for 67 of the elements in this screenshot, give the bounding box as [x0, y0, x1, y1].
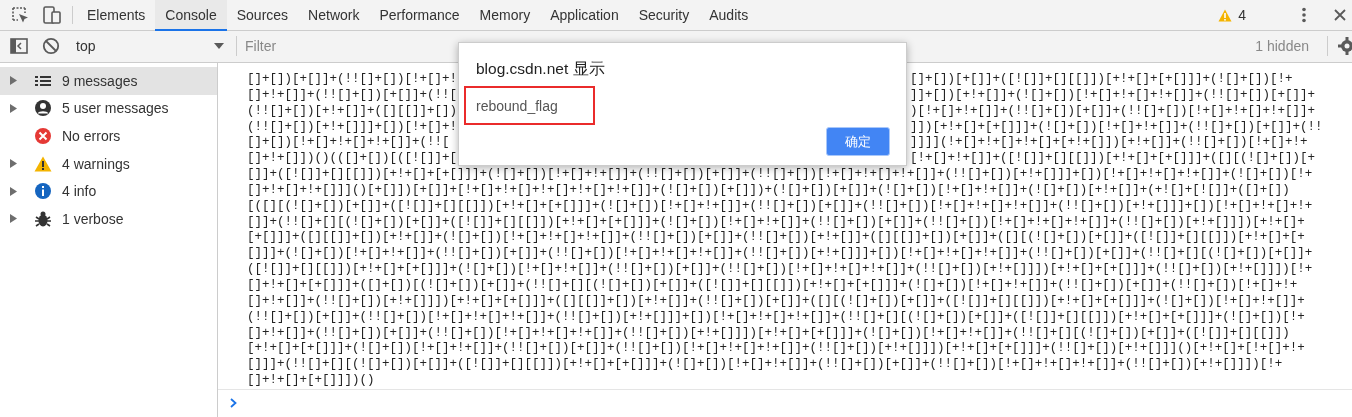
close-icon[interactable] — [1334, 9, 1346, 21]
code-line: []+!+[]]+(!![]+[])[+[]]+(!![ — [247, 87, 458, 104]
warning-count[interactable]: 4 — [1238, 7, 1246, 23]
expand-arrow-icon[interactable] — [10, 214, 17, 224]
expand-arrow-icon[interactable] — [10, 159, 17, 169]
code-line: []+!+[]+[+[]]])() — [247, 373, 375, 389]
code-line: []+[])[!+[]+!+[]+!+[]]+(!![ — [247, 135, 451, 152]
panel-tab[interactable]: Sources — [226, 0, 299, 31]
code-line: ([![]]+[][[]])[+!+[]+[+[]]]+(![]+[])[!+[]+!+[]]+(!![]+[])[+[]]+(!![]+[])[!+[]+!+[]+!+[]]+(!![]+[])[+!+[]]])[+!+[]+[+[]]]+(!![]+[])[+!+[]]])[!+ — [247, 262, 1313, 278]
code-line: []]]+(!![]+[][(![]+[])[+[]]+([![]]+[][[]])[+!+[]+[+[]]]+(![]+[])[!+[]+!+[]]+(!![]+[])[+[]]+(!![]+[])[!+[]+!+[]+!+[]]+(!![]+[])[+!+[]]])[!+ — [247, 357, 1283, 374]
panel-tab[interactable]: Elements — [77, 0, 156, 31]
panel-tab[interactable]: Audits — [699, 0, 759, 31]
code-line: (!![]+[])[+!+[]]+([][[]]+[]) — [247, 103, 458, 120]
code-line: (!![]+[])[+[]]+(!![]+[])[!+[]+!+[]+!+[]]+(!![]+[])[+!+[]]]+[])[!+[]+!+[]+!+[]]+(!![]+[][(![]+[])[+[]]+([![]]+[][[]])[+!+[]+[+[]]]+(![]+[])[!+ — [247, 309, 1305, 326]
code-line: [([][(![]+[])[+[]]+([![]]+[][[]])[+!+[]+[+[]]]+(![]+[])[!+[]+!+[]]+(!![]+[])[+[]]+(!![]+[])[!+[]+!+[]+!+[]]+(!![]+[])[+!+[]]]+[])[!+[]+!+[]+!+ — [247, 198, 1313, 215]
ok-button[interactable]: 确定 — [826, 127, 890, 156]
code-line: []+!+[]]+(!![]+[])[+!+[]]])[+!+[]+[+[]]]+([][[]]+[])[+!+[]]+(!![]+[])[+[]]+([][(![]+[])[+[]]+([![]]+[][[]])[+!+[]+[+[]]]+(![]+[])[!+[]+!+[]]+ — [247, 293, 1305, 310]
dialog-title: blog.csdn.net 显示 — [475, 59, 605, 79]
filter-field[interactable]: Filter — [241, 34, 1242, 58]
code-line: []]+(!![]+[][(![]+[])[+[]]+([![]]+[][[]])[+!+[]+[+[]]]+(![]+[])[!+[]+!+[]]+(!![]+[])[+[]]+(!![]+[])[!+[]+!+[]+!+[]]+(!![]+[])[+!+[]]])[+!+[]+ — [247, 214, 1305, 231]
code-line: ]]+[])[+!+[]]+(![]+[])[!+[]+!+[]+!+[]]+(!![]+[])[+[]]+ — [910, 87, 1316, 104]
code-line: []+!+[]+[+[]]]+([]+[])[(![]+[])[+[]]+(!![]+[][(![]+[])[+[]]+([![]]+[][[]])[+!+[]+[+[]]]+(![]+[])[!+[]+!+[]]+(!![]+[])[+[]]+(!![]+[])[!+[]+!+ — [247, 277, 1298, 294]
code-line: [+!+[]+[+[]]]+(![]+[])[!+[]+!+[]]+(!![]+[])[+[]]+(!![]+[])[!+[]+!+[]+!+[]]+(!![]+[])[+!+[]]])[+!+[]+[+[]]]+(!![]+[])[+!+[]]]()[+!+[]+[!+[]+!+ — [247, 341, 1305, 358]
code-line: )[!+[]+!+[]]+(!![]+[])[+[]]+(!![]+[])[!+[]+!+[]+!+[]]+ — [910, 103, 1316, 120]
sidebar-item[interactable]: No errors — [0, 122, 217, 150]
settings-icon[interactable] — [1338, 37, 1352, 55]
dropdown-caret-icon — [214, 43, 224, 49]
error-icon — [34, 128, 52, 144]
code-line: (!![]+[])[+!+[]]]+[])[!+[]+! — [247, 119, 458, 136]
sidebar-item[interactable]: 9 messages — [0, 67, 217, 95]
expand-arrow-icon[interactable] — [10, 76, 17, 86]
hidden-count: 1 hidden — [1254, 38, 1310, 54]
sidebar-item[interactable]: 1 verbose — [0, 204, 217, 233]
code-line: [+[]]]+([][[]]+[])[+!+[]]+(![]+[])[!+[]+!+[]+!+[]]+(!![]+[])[+[]]+(!![]+[])[+!+[]]+([][[]]+[])[+[]]+([][(![]+[])[+[]]+([![]]+[][[]])[+!+[]+[+ — [247, 230, 1305, 247]
panel-tab[interactable]: Performance — [369, 0, 470, 31]
sidebar-item[interactable]: 4 warnings — [0, 149, 217, 178]
expand-arrow-icon[interactable] — [10, 186, 17, 196]
prompt-chevron-icon[interactable] — [230, 398, 237, 409]
sidebar-item[interactable]: 5 user messages — [0, 94, 217, 123]
bug-icon — [34, 210, 52, 227]
warning-icon — [34, 155, 52, 172]
user-icon — [34, 100, 52, 117]
code-line: []+!+[]]+(!![]+[])[+[]]+(!![]+[])[!+[]+!+[]+!+[]]+(!![]+[])[+!+[]]])[+!+[]+[+[]]]+(![]+[])[!+[]+!+[]]+(!![]+[][(![]+[])[+[]]+([![]]+[][[]]) — [247, 325, 1290, 342]
info-icon — [34, 183, 52, 200]
code-line: []+[])[+[]]+([![]]+[][[]])[+!+[]+[+[]]]+(![]+[])[!+ — [910, 72, 1293, 88]
code-line: []+[])[+[]]+(!![]+[])[!+[]+! — [247, 72, 458, 88]
clear-console-icon[interactable] — [42, 37, 60, 55]
code-line: []]]+(![]+[])[!+[]+!+[]]+(!![]+[])[+[]]+(!![]+[])[!+[]+!+[]+!+[]]+(!![]+[])[+!+[]]]+[])[!+[]+!+[]+!+[]]+(!![]+[])[+[]]+(!![]+[][(![]+[])[+[]]+ — [247, 246, 1313, 263]
more-menu-icon[interactable] — [1302, 7, 1306, 23]
code-line: []+!+[]+!+[]]]()[+[]])[+[]]+[!+[]+!+[]+!+[]+!+[]+!+[]]+(![]+[])[+[]])+(![]+[])[+[]]+(![]+[])[!+[]+!+[]]+(![]+[])[+!+[]]+(+![]+[![]]+([]+[]) — [247, 182, 1290, 199]
code-line: ]])[+!+[]+[+[]]]+(![]+[])[!+[]+!+[]]+(!![]+[])[+[]]+(!! — [910, 119, 1323, 136]
dialog-message: rebound_flag — [464, 86, 595, 125]
sidebar-toggle-icon[interactable] — [10, 38, 28, 54]
panel-tab[interactable]: Security — [628, 0, 700, 31]
panel-tab[interactable]: Application — [540, 0, 629, 31]
expand-arrow-icon[interactable] — [10, 103, 17, 113]
code-line: ]]]](!+[]+!+[]+!+[]+[+!+[]])[+!+[]]+(!![]+[])[!+[]+!+ — [910, 135, 1308, 152]
sidebar-item[interactable]: 4 info — [0, 177, 217, 205]
code-line: []]+([![]]+[][[]])[+!+[]+[+[]]]+(![]+[])[!+[]+!+[]]+(!![]+[])[+[]]+(!![]+[])[!+[]+!+[]+!+[]]+(!![]+[])[+!+[]]]+[])[!+[]+!+[]+!+[]]+(![]+[])[!+ — [247, 167, 1313, 183]
panel-tab[interactable]: Memory — [469, 0, 541, 31]
panel-tab[interactable]: Console — [155, 0, 227, 31]
warning-icon — [1218, 8, 1233, 22]
panel-tab[interactable]: Network — [298, 0, 370, 31]
code-line: []+!+[]])()(([]+[])[([![]]+[ — [247, 151, 458, 168]
context-select[interactable]: top — [68, 34, 232, 58]
code-line: [!+[]+!+[]]+([![]]+[][[]])[+!+[]+[+[]]]+([][(![]+[])[+ — [910, 151, 1316, 168]
device-toolbar-icon[interactable] — [42, 5, 62, 25]
